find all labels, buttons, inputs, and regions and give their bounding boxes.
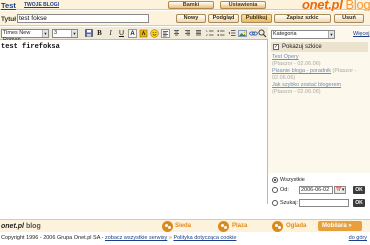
filter-date-ok-button[interactable]: OK: [353, 186, 365, 194]
preview-button[interactable]: Podgląd: [208, 14, 239, 23]
save-icon[interactable]: [84, 29, 93, 38]
section-sieda-link[interactable]: Sieda: [175, 223, 191, 229]
draft-meta: (Ptaszor - 02.06.06): [272, 88, 321, 95]
font-family-select[interactable]: Times New Roman ▼: [1, 29, 49, 43]
more-link[interactable]: Więcej: [353, 31, 370, 37]
footer-brand-name: onet.pl: [1, 223, 24, 230]
date-field[interactable]: 2006-06-02: [299, 186, 333, 194]
numbered-list-icon[interactable]: 12: [205, 29, 214, 38]
nav-settings-button[interactable]: Ustawienia: [220, 1, 266, 9]
font-size-select[interactable]: 3 ▼: [52, 29, 78, 38]
search-input[interactable]: [299, 199, 349, 207]
show-drafts-row: ✓ Pokazuj szkice: [271, 42, 368, 52]
title-row: Tytuł test fokse Nowy Podgląd Publikuj Z…: [0, 11, 370, 26]
show-drafts-checkbox[interactable]: ✓: [273, 44, 279, 50]
user-name-link[interactable]: Test: [1, 1, 16, 10]
align-center-icon[interactable]: [172, 29, 181, 38]
filter-all-radio[interactable]: [272, 177, 278, 183]
cookie-policy-link[interactable]: Polityka dotycząca cookie: [173, 235, 236, 241]
draft-title[interactable]: Pisanie bloga - poradnik: [272, 68, 331, 74]
plaza-icon[interactable]: [218, 221, 229, 232]
title-label: Tytuł: [1, 16, 17, 23]
filter-search-label: Szukaj:: [280, 200, 299, 206]
insert-image-icon[interactable]: [238, 29, 247, 38]
draft-item[interactable]: Test Opery (Ptaszor - 02.06.06): [272, 54, 368, 67]
section-oglada-link[interactable]: Oglada: [286, 223, 306, 229]
publish-button[interactable]: Publikuj: [241, 14, 272, 23]
top-bar: Test TWOJE BLOGI Bamki Ustawienia onet.p…: [0, 0, 370, 12]
draft-title[interactable]: Jak szybko zostać blogerem: [272, 82, 341, 88]
outdent-icon[interactable]: [227, 29, 236, 38]
filter-from-label: Od:: [280, 187, 289, 193]
delete-button[interactable]: Usuń: [334, 14, 364, 23]
draft-item[interactable]: Pisanie bloga - poradnik (Ptaszor - 02.0…: [272, 68, 368, 81]
calendar-icon[interactable]: 📅▾: [334, 186, 346, 194]
editor-content[interactable]: test firefoksa: [1, 43, 60, 51]
category-select[interactable]: Kategoria ▼: [271, 30, 335, 39]
separator-icon: »: [168, 235, 172, 241]
align-right-icon[interactable]: [183, 29, 192, 38]
draft-item[interactable]: Jak szybko zostać blogerem (Ptaszor - 02…: [272, 82, 368, 95]
spell-check-icon[interactable]: [258, 29, 267, 38]
chevron-down-icon: ▼: [71, 30, 77, 37]
editor-area[interactable]: test firefoksa: [0, 40, 268, 204]
format-toolbar: Times New Roman ▼ 3 ▼ B I U A 12: [0, 27, 268, 43]
underline-icon[interactable]: U: [117, 29, 126, 38]
nav-bamki-button[interactable]: Bamki: [168, 1, 214, 9]
filter-from-radio[interactable]: [272, 187, 278, 193]
draft-title[interactable]: Test Opery: [272, 54, 299, 60]
back-to-top-link[interactable]: do góry: [349, 234, 367, 243]
section-plaza-link[interactable]: Plaza: [232, 223, 247, 229]
oglada-icon[interactable]: [272, 221, 283, 232]
chevron-down-icon: ▼: [328, 31, 334, 38]
footer-logo[interactable]: onet.pl blog: [1, 223, 41, 230]
filter-panel: Wszystkie Od: 2006-06-02 📅▾ OK Szukaj: O…: [268, 173, 370, 211]
bottom-bar: onet.pl blog Sieda Plaza Oglada Mobiiara …: [0, 219, 370, 232]
filter-search-radio[interactable]: [272, 200, 278, 206]
background-color-icon[interactable]: [139, 29, 148, 38]
filter-all-label: Wszystkie: [280, 177, 305, 183]
bullet-list-icon[interactable]: [216, 29, 225, 38]
footer-brand-suffix: blog: [25, 223, 41, 230]
insert-link-icon[interactable]: [249, 29, 258, 38]
show-drafts-label: Pokazuj szkice: [282, 44, 322, 50]
align-left-icon[interactable]: [161, 29, 170, 38]
sieda-icon[interactable]: [162, 221, 173, 232]
align-justify-icon[interactable]: [194, 29, 203, 38]
draft-meta: (Ptaszor - 02.06.06): [272, 60, 321, 67]
italic-icon[interactable]: I: [106, 29, 115, 38]
svg-text:2: 2: [206, 33, 208, 37]
search-ok-button[interactable]: OK: [353, 199, 365, 207]
bold-icon[interactable]: B: [95, 29, 104, 38]
title-input[interactable]: test fokse: [17, 14, 149, 23]
chevron-down-icon: ▼: [42, 30, 48, 37]
copyright-bar: Copyright 1996 - 2006 Grupa Onet.pl SA -…: [0, 234, 370, 245]
font-color-icon[interactable]: A: [128, 29, 137, 38]
smiley-icon[interactable]: [150, 29, 159, 38]
new-button[interactable]: Nowy: [176, 14, 206, 23]
my-blogs-link[interactable]: TWOJE BLOGI: [24, 2, 59, 8]
all-services-link[interactable]: zobacz wszystkie serwisy: [105, 235, 167, 241]
mobile-button[interactable]: Mobiiara »: [318, 221, 362, 231]
font-size-value: 3: [54, 30, 58, 36]
save-draft-button[interactable]: Zapisz szkic: [274, 14, 331, 23]
category-value: Kategoria: [273, 31, 297, 37]
copyright-text: Copyright 1996 - 2006 Grupa Onet.pl SA -: [1, 235, 104, 241]
